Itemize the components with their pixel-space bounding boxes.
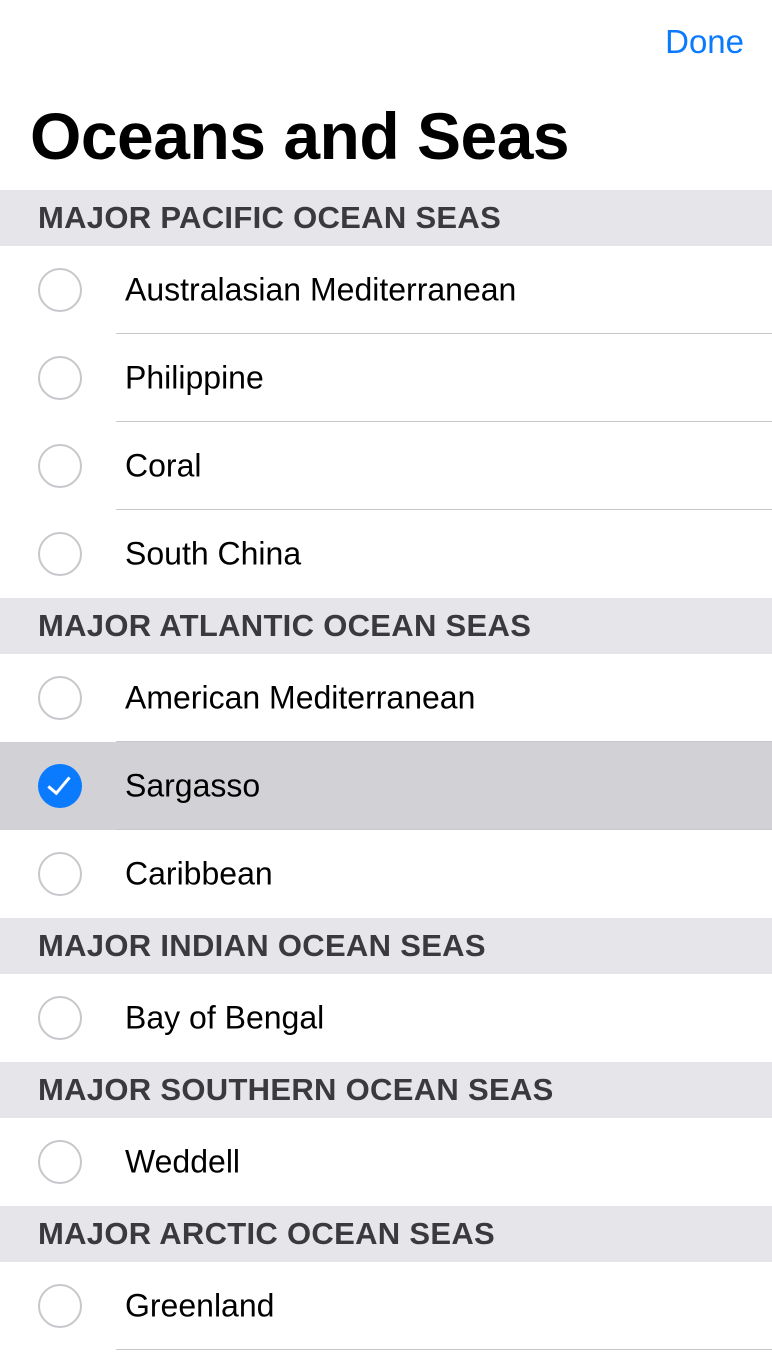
list-item-label: Coral bbox=[125, 447, 202, 484]
list-item[interactable]: Philippine bbox=[0, 334, 772, 422]
list-item-label: Caribbean bbox=[125, 855, 273, 892]
empty-circle-icon[interactable] bbox=[38, 356, 82, 400]
list-item[interactable]: Australasian Mediterranean bbox=[0, 246, 772, 334]
empty-circle-icon[interactable] bbox=[38, 1140, 82, 1184]
section-header: MAJOR SOUTHERN OCEAN SEAS bbox=[0, 1062, 772, 1118]
screen: Done Oceans and Seas MAJOR PACIFIC OCEAN… bbox=[0, 0, 772, 1368]
page-title: Oceans and Seas bbox=[30, 99, 570, 173]
empty-circle-icon[interactable] bbox=[38, 676, 82, 720]
empty-circle-icon[interactable] bbox=[38, 1284, 82, 1328]
list-item-label: Sargasso bbox=[125, 767, 261, 804]
section-header: MAJOR ARCTIC OCEAN SEAS bbox=[0, 1206, 772, 1262]
section-header: MAJOR INDIAN OCEAN SEAS bbox=[0, 918, 772, 974]
list-item-label: Weddell bbox=[125, 1143, 241, 1180]
list-item[interactable]: Greenland bbox=[0, 1262, 772, 1350]
section-header: MAJOR PACIFIC OCEAN SEAS bbox=[0, 190, 772, 246]
list-item[interactable]: Weddell bbox=[0, 1118, 772, 1206]
list-item-label: Greenland bbox=[125, 1287, 275, 1324]
empty-circle-icon[interactable] bbox=[38, 996, 82, 1040]
list-item[interactable]: South China bbox=[0, 510, 772, 598]
empty-circle-icon[interactable] bbox=[38, 268, 82, 312]
list-item[interactable]: Coral bbox=[0, 422, 772, 510]
empty-circle-icon[interactable] bbox=[38, 532, 82, 576]
checkmark-circle-icon[interactable] bbox=[38, 764, 82, 808]
list-item-label: South China bbox=[125, 535, 302, 572]
done-button[interactable]: Done bbox=[665, 22, 744, 62]
empty-circle-icon[interactable] bbox=[38, 444, 82, 488]
list-item-label: American Mediterranean bbox=[125, 679, 476, 716]
list-item-label: Australasian Mediterranean bbox=[125, 271, 517, 308]
selection-list: MAJOR PACIFIC OCEAN SEAS Australasian Med… bbox=[0, 190, 772, 1350]
list-item[interactable]: Sargasso bbox=[0, 742, 772, 830]
empty-circle-icon[interactable] bbox=[38, 852, 82, 896]
row-separator bbox=[116, 1349, 772, 1350]
list-item-label: Philippine bbox=[125, 359, 264, 396]
list-item[interactable]: American Mediterranean bbox=[0, 654, 772, 742]
section-header: MAJOR ATLANTIC OCEAN SEAS bbox=[0, 598, 772, 654]
list-item[interactable]: Caribbean bbox=[0, 830, 772, 918]
navigation-bar: Done Oceans and Seas bbox=[0, 0, 772, 190]
list-item[interactable]: Bay of Bengal bbox=[0, 974, 772, 1062]
list-item-label: Bay of Bengal bbox=[125, 999, 325, 1036]
